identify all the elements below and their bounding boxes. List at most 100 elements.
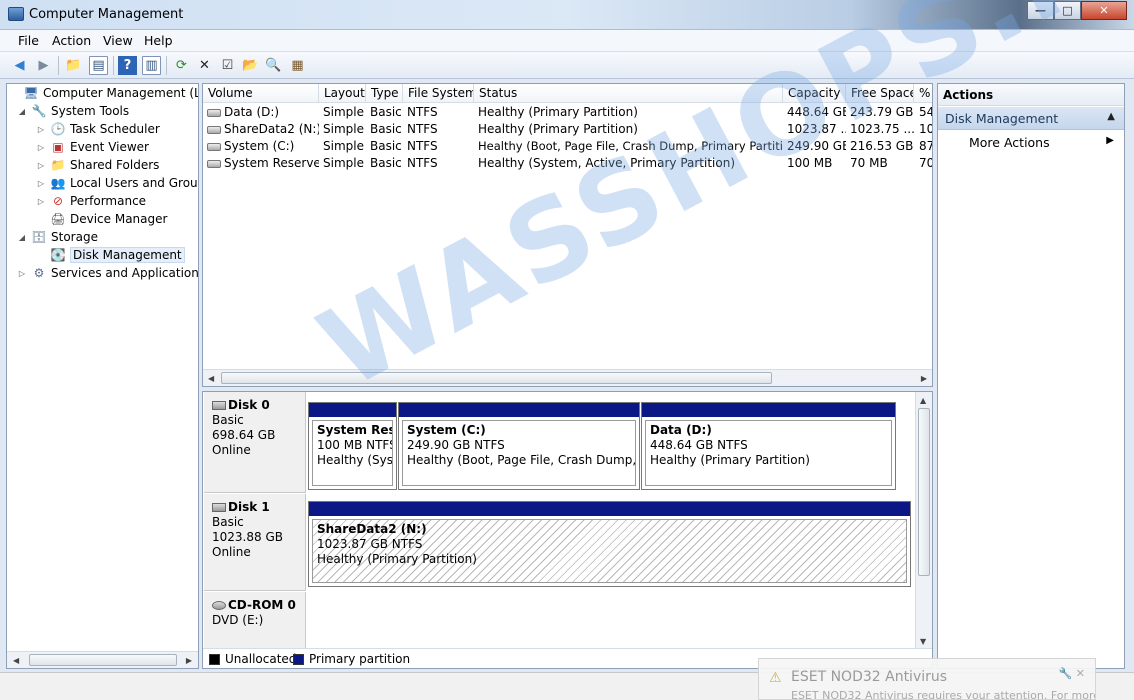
window-title: Computer Management (29, 7, 184, 22)
cdrom-0-name: CD-ROM 0 (228, 598, 296, 612)
partition-data-d[interactable]: Data (D:) 448.64 GB NTFS Healthy (Primar… (641, 402, 896, 490)
tree-device-manager[interactable]: 🖨 Device Manager (36, 210, 167, 228)
table-row[interactable]: System (C:) (203, 138, 319, 155)
open-icon[interactable]: 📂 (241, 56, 260, 75)
collapsed-arrow-icon[interactable]: ▷ (36, 161, 46, 170)
disk-0-label[interactable]: Disk 0 Basic 698.64 GB Online (204, 392, 306, 493)
cdrom-0-label[interactable]: CD-ROM 0 DVD (E:) (204, 592, 306, 652)
collapsed-arrow-icon[interactable]: ▷ (36, 143, 46, 152)
tree-task-scheduler[interactable]: ▷ 🕒 Task Scheduler (36, 120, 160, 138)
scroll-up-icon[interactable]: ▲ (920, 396, 926, 405)
menu-help[interactable]: Help (144, 33, 173, 48)
tree-root[interactable]: 🖥 Computer Management (Local (9, 84, 198, 102)
menu-view[interactable]: View (103, 33, 133, 48)
scroll-right-icon[interactable]: ▶ (921, 374, 927, 383)
cell-capacity: 448.64 GB (787, 105, 846, 119)
partition-sharedata2-n[interactable]: ShareData2 (N:) 1023.87 GB NTFS Healthy … (308, 501, 911, 587)
tree-local-users[interactable]: ▷ 👥 Local Users and Groups (36, 174, 199, 192)
cell-status: Healthy (System, Active, Primary Partiti… (478, 156, 736, 170)
disk-icon (212, 503, 226, 512)
tree-disk-management[interactable]: 💽 Disk Management (36, 246, 185, 264)
partition-name: ShareData2 (N:) (317, 522, 427, 536)
collapsed-arrow-icon[interactable]: ▷ (36, 179, 46, 188)
actions-section-disk-management[interactable]: Disk Management ▲ (938, 107, 1124, 130)
tree-performance[interactable]: ▷ ⊘ Performance (36, 192, 146, 210)
table-row[interactable]: ShareData2 (N:) (203, 121, 319, 138)
disk-properties-icon[interactable]: ▦ (288, 56, 307, 75)
col-capacity[interactable]: Capacity (783, 84, 846, 103)
close-button[interactable]: ✕ (1081, 1, 1127, 20)
scroll-down-icon[interactable]: ▼ (920, 637, 926, 646)
device-manager-icon: 🖨 (50, 212, 66, 226)
volume-list-horizontal-scrollbar[interactable]: ◀ ▶ (203, 369, 932, 386)
expanded-arrow-icon[interactable]: ◢ (17, 107, 27, 116)
primary-partition-bar (309, 403, 396, 417)
show-hide-action-pane-icon[interactable]: ▥ (142, 56, 161, 75)
disk-0-state: Online (212, 443, 251, 457)
partition-system-c[interactable]: System (C:) 249.90 GB NTFS Healthy (Boot… (398, 402, 640, 490)
help-icon[interactable]: ? (118, 56, 137, 75)
expanded-arrow-icon[interactable]: ◢ (17, 233, 27, 242)
maximize-button[interactable]: □ (1054, 1, 1081, 20)
properties-icon[interactable]: ☑ (218, 56, 237, 75)
col-percent[interactable]: % (914, 84, 932, 103)
tree-performance-label: Performance (70, 194, 147, 208)
tree-system-tools[interactable]: ◢ 🔧 System Tools (17, 102, 129, 120)
tree-shared-folders-label: Shared Folders (70, 158, 160, 172)
collapse-up-icon[interactable]: ▲ (1107, 111, 1115, 122)
scroll-thumb[interactable] (221, 372, 772, 384)
tree-storage[interactable]: ◢ 🗄 Storage (17, 228, 98, 246)
show-hide-tree-icon[interactable]: ▤ (89, 56, 108, 75)
tree-services[interactable]: ▷ ⚙ Services and Applications (17, 264, 198, 282)
tree-disk-management-label: Disk Management (70, 247, 185, 263)
cell-volume: System (C:) (224, 139, 295, 153)
col-status[interactable]: Status (474, 84, 783, 103)
col-free-space[interactable]: Free Space (846, 84, 914, 103)
tree-event-viewer[interactable]: ▷ ▣ Event Viewer (36, 138, 149, 156)
tree-shared-folders[interactable]: ▷ 📁 Shared Folders (36, 156, 159, 174)
tree-horizontal-scrollbar[interactable]: ◀ ▶ (7, 651, 198, 668)
partition-size: 100 MB NTFS (317, 438, 393, 452)
collapsed-arrow-icon[interactable]: ▷ (17, 269, 27, 278)
menu-action[interactable]: Action (52, 33, 91, 48)
table-row[interactable]: Data (D:) (203, 104, 319, 121)
forward-icon[interactable]: ▶ (34, 56, 53, 75)
cdrom-0-type: DVD (E:) (212, 613, 264, 627)
notification-controls[interactable]: 🔧 ✕ (1059, 667, 1085, 680)
scroll-right-icon[interactable]: ▶ (186, 656, 192, 665)
cell-layout: Simple (323, 139, 364, 153)
scroll-thumb[interactable] (29, 654, 177, 666)
disk-1-label[interactable]: Disk 1 Basic 1023.88 GB Online (204, 494, 306, 591)
table-row[interactable]: System Reserved (203, 155, 319, 172)
partition-size: 1023.87 GB NTFS (317, 537, 423, 551)
disk-view-vertical-scrollbar[interactable]: ▲ ▼ (915, 392, 932, 650)
cell-free-space: 70 MB (850, 156, 888, 170)
partition-system-reserved[interactable]: System Reser 100 MB NTFS Healthy (Syste (308, 402, 397, 490)
col-type[interactable]: Type (366, 84, 403, 103)
back-icon[interactable]: ◀ (10, 56, 29, 75)
submenu-arrow-icon[interactable]: ▶ (1106, 135, 1114, 146)
primary-partition-bar (399, 403, 639, 417)
tree-local-users-label: Local Users and Groups (70, 176, 199, 190)
cell-layout: Simple (323, 122, 364, 136)
minimize-button[interactable]: — (1027, 1, 1054, 20)
eset-notification[interactable]: ⚠ ESET NOD32 Antivirus ESET NOD32 Antivi… (758, 658, 1096, 700)
collapsed-arrow-icon[interactable]: ▷ (36, 125, 46, 134)
delete-icon[interactable]: ✕ (195, 56, 214, 75)
scroll-thumb[interactable] (918, 408, 930, 576)
col-file-system[interactable]: File System (403, 84, 474, 103)
event-viewer-icon: ▣ (52, 140, 64, 154)
collapsed-arrow-icon[interactable]: ▷ (36, 197, 46, 206)
scroll-left-icon[interactable]: ◀ (13, 656, 19, 665)
col-volume[interactable]: Volume (203, 84, 319, 103)
refresh-icon[interactable]: ⟳ (172, 56, 191, 75)
search-icon[interactable]: 🔍 (264, 56, 283, 75)
cell-volume: ShareData2 (N:) (224, 122, 319, 136)
up-folder-icon[interactable]: 📁 (64, 56, 83, 75)
cell-file-system: NTFS (407, 156, 438, 170)
col-layout[interactable]: Layout (319, 84, 366, 103)
more-actions-item[interactable]: More Actions (969, 135, 1050, 150)
partition-status: Healthy (Boot, Page File, Crash Dump, Pr… (407, 453, 636, 467)
scroll-left-icon[interactable]: ◀ (208, 374, 214, 383)
menu-file[interactable]: File (18, 33, 39, 48)
